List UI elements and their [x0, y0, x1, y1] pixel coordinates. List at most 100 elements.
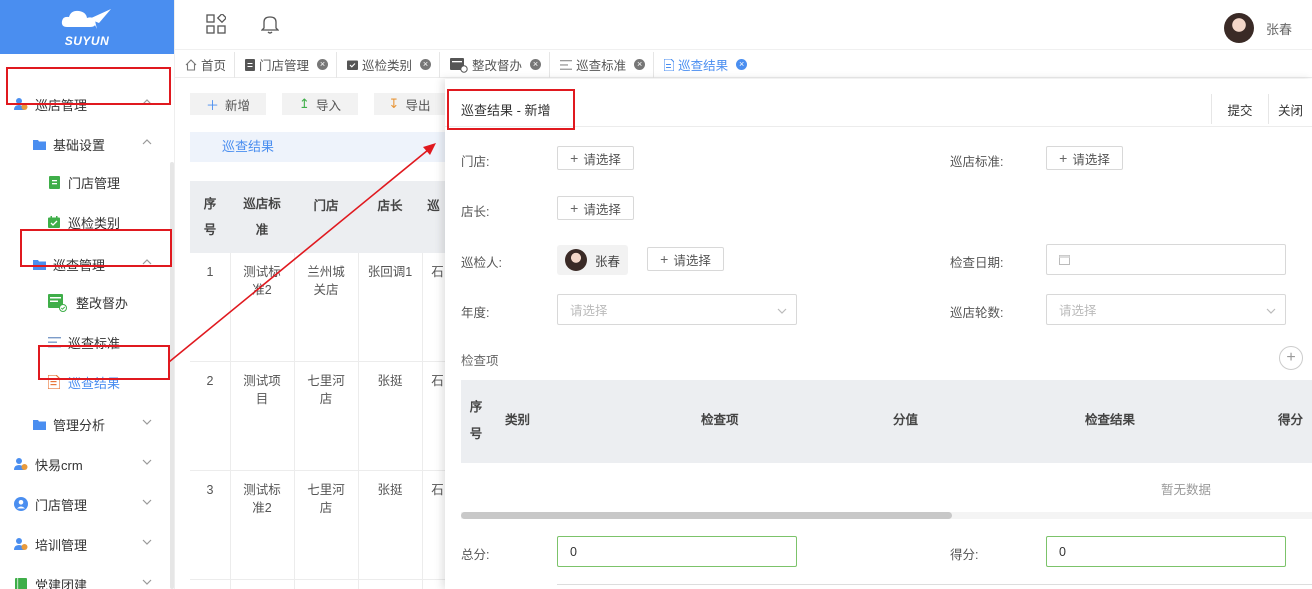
table-row[interactable]: 2 测试项目 七里河店 张挺 石 — [190, 362, 445, 471]
tab-inspection-result[interactable]: 巡查结果 × — [654, 52, 755, 78]
cell-store: 兰州城关店 — [307, 265, 345, 297]
add-item-button[interactable]: + — [1279, 346, 1303, 370]
sidebar-item-management-analysis[interactable]: 管理分析 — [0, 404, 172, 444]
calendar-icon — [347, 59, 359, 70]
year-select[interactable]: 请选择 — [557, 294, 797, 325]
sidebar-item-inspection-result[interactable]: 巡查结果 — [0, 362, 172, 402]
total-label: 总分: — [461, 548, 490, 562]
rounds-select[interactable]: 请选择 — [1046, 294, 1286, 325]
col-points: 分值 — [893, 413, 919, 427]
col-score: 得分 — [1278, 413, 1304, 427]
table-row[interactable]: 1 测试标准2 兰州城关店 张回调1 石 — [190, 253, 445, 362]
col-result: 检查结果 — [1085, 413, 1136, 427]
cell-standard: 测试标准2 — [243, 483, 281, 515]
tab-inspection-category[interactable]: 巡检类别 × — [337, 51, 441, 78]
doc-icon — [664, 58, 675, 71]
list-icon — [47, 335, 61, 349]
import-button[interactable]: ↥ 导入 — [282, 93, 358, 115]
user-menu[interactable]: 张春 — [1223, 13, 1292, 43]
plus-icon: + — [1059, 150, 1068, 166]
sidebar-item-party-building[interactable]: 党建团建 — [0, 564, 172, 589]
date-label: 检查日期: — [950, 256, 1004, 270]
avatar — [565, 249, 587, 271]
bell-icon[interactable] — [261, 14, 279, 34]
sidebar-item-label: 巡查管理 — [53, 257, 106, 273]
chevron-down-icon — [1266, 308, 1276, 314]
add-button[interactable]: ＋ 新增 — [190, 93, 266, 115]
check-items-table-header: 序 号 类别 检查项 分值 检查结果 得分 — [461, 380, 1312, 463]
tab-rectification[interactable]: 整改督办 × — [440, 51, 551, 78]
green-calendar-icon — [47, 215, 61, 229]
sidebar-item-rectification[interactable]: 整改督办 — [0, 282, 172, 322]
standard-label: 巡店标准: — [950, 155, 1004, 169]
cell-seq: 2 — [206, 374, 214, 388]
add-result-panel: 巡查结果 - 新增 提交 关闭 门店: + 请选择 巡店标准: + 请选择 店长… — [445, 79, 1312, 589]
col-seq-a: 序 — [203, 197, 217, 211]
plus-icon: ＋ — [205, 97, 219, 113]
tab-home[interactable]: 首页 — [175, 51, 236, 78]
close-button[interactable]: 关闭 — [1268, 94, 1312, 124]
close-icon[interactable]: × — [634, 59, 646, 70]
sidebar-item-basic-settings[interactable]: 基础设置 — [0, 124, 172, 164]
tab-label: 门店管理 — [259, 59, 310, 73]
sidebar-item-crm[interactable]: 快易crm — [0, 444, 172, 484]
import-button-label: 导入 — [315, 98, 341, 113]
close-icon[interactable]: × — [736, 59, 748, 70]
monitor-icon — [450, 57, 468, 73]
table-scrollbar[interactable] — [461, 512, 952, 519]
date-input[interactable] — [1046, 244, 1286, 275]
section-title: 巡查结果 — [190, 132, 445, 162]
cell-manager: 张挺 — [377, 483, 403, 497]
column-divider — [358, 253, 359, 589]
standard-select-button[interactable]: + 请选择 — [1046, 146, 1123, 170]
store-label: 门店: — [461, 155, 490, 169]
column-divider — [230, 253, 231, 589]
export-button[interactable]: ↧ 导出 — [374, 93, 445, 115]
sidebar-item-training[interactable]: 培训管理 — [0, 524, 172, 564]
col-seq: 序 号 — [461, 394, 491, 448]
table-row[interactable]: 3 测试标准2 七里河店 张挺 石 — [190, 471, 445, 580]
cell-next: 石 — [431, 374, 444, 388]
sidebar-item-inspection-standard[interactable]: 巡查标准 — [0, 322, 172, 362]
export-button-label: 导出 — [405, 98, 431, 113]
tab-store-management[interactable]: 门店管理 × — [235, 51, 338, 78]
apps-grid-icon[interactable] — [206, 14, 226, 34]
col-seq: 序 号 — [190, 181, 230, 253]
folder-icon — [32, 417, 46, 431]
close-icon[interactable]: × — [317, 59, 329, 70]
plus-icon: + — [570, 150, 579, 166]
person-circle-icon — [14, 497, 28, 511]
col-seq-a: 序 — [469, 400, 483, 414]
inspector-chip[interactable]: 张春 — [557, 245, 629, 275]
inspector-label: 巡检人: — [461, 256, 502, 270]
calendar-icon — [1059, 255, 1070, 265]
store-select-button[interactable]: + 请选择 — [557, 146, 634, 170]
tab-inspection-standard[interactable]: 巡查标准 × — [550, 51, 655, 78]
cell-seq: 1 — [206, 265, 214, 279]
sidebar-item-label: 管理分析 — [53, 417, 106, 433]
cell-manager: 张回调1 — [367, 265, 413, 279]
score-input[interactable]: 0 — [1046, 536, 1286, 567]
app-logo[interactable]: SUYUN — [0, 0, 174, 54]
sidebar-scrollbar[interactable] — [170, 162, 174, 589]
rounds-placeholder: 请选择 — [1059, 304, 1097, 318]
close-icon[interactable]: × — [530, 59, 542, 70]
sidebar-item-patrol-management[interactable]: 巡店管理 — [0, 84, 172, 124]
manager-select-button[interactable]: + 请选择 — [557, 196, 634, 220]
logo-text: SUYUN — [64, 33, 110, 48]
user-group-icon — [14, 97, 28, 111]
score-value: 0 — [1059, 544, 1066, 559]
sidebar-item-store-management-sub[interactable]: 门店管理 — [0, 162, 172, 202]
submit-button[interactable]: 提交 — [1211, 94, 1268, 124]
col-seq-b: 号 — [203, 223, 217, 237]
col-std-a: 巡店标 — [243, 197, 281, 211]
sidebar-item-store-management[interactable]: 门店管理 — [0, 484, 172, 524]
table-header: 序 号 巡店标 准 门店 店长 巡 — [190, 181, 445, 253]
close-icon[interactable]: × — [420, 59, 432, 70]
total-input[interactable]: 0 — [557, 536, 797, 567]
inspector-select-button[interactable]: + 请选择 — [647, 247, 724, 271]
sidebar-item-label: 培训管理 — [35, 537, 88, 553]
empty-state: 暂无数据 — [1161, 483, 1212, 497]
sidebar-item-inspection-category[interactable]: 巡检类别 — [0, 202, 172, 242]
sidebar-item-inspection-management[interactable]: 巡查管理 — [0, 244, 172, 284]
